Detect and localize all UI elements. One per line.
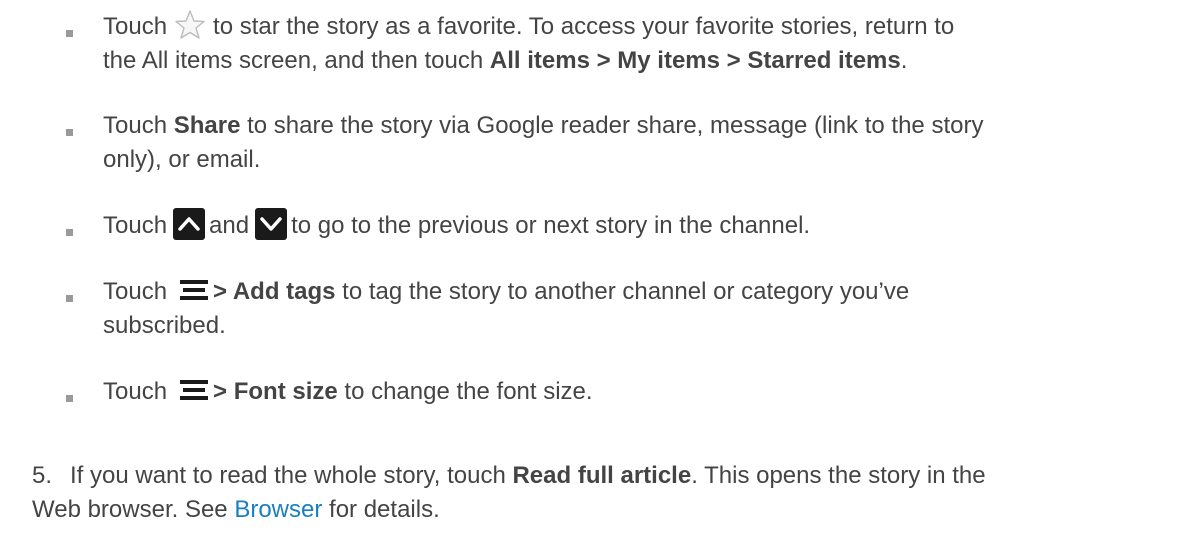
star-outline-icon [173,8,207,42]
bullet-text-line2: subscribed. [103,312,226,339]
bullet-marker [66,295,73,302]
bullet-text-line1: to tag the story to another channel or c… [335,278,910,305]
menu-icon [179,377,209,403]
step-text-line1-end: . This opens the story in the [691,462,986,489]
chevron-up-icon [173,207,206,240]
numbered-step-5: 5. If you want to read the whole story, t… [32,459,1182,527]
menu-icon [179,277,209,303]
menu-path-starred-items: All items > My items > Starred items [489,47,901,74]
font-size-label: > Font size [213,378,338,405]
bullet-text-line2: the All items screen, and then touch [103,47,490,74]
step-text-line2-end: for details. [322,496,440,523]
touch-word: Touch [103,278,168,305]
touch-word: Touch [103,378,168,405]
step-text-line1: If you want to read the whole story, tou… [70,462,513,489]
bullet-text: Touch > Font size to change the font siz… [103,375,1183,409]
chevron-down-icon [255,207,288,240]
bullet-text-line1: to share the story via Google reader sha… [240,112,984,139]
and-word: and [209,212,250,239]
period: . [900,47,908,74]
browser-link[interactable]: Browser [234,496,322,523]
touch-word: Touch [103,13,168,40]
touch-word: Touch [103,112,174,139]
add-tags-label: > Add tags [213,278,336,305]
bullet-marker [66,30,73,37]
bullet-marker [66,129,73,136]
bullet-text: Touch and to go to the previous or next … [103,207,1183,243]
bullet-text-line1: to go to the previous or next story in t… [291,212,811,239]
bullet-text: Touch > Add tags to tag the story to ano… [103,275,1183,343]
bullet-text: Touch Share to share the story via Googl… [103,109,1183,177]
touch-word: Touch [103,212,168,239]
bullet-text-line1: to change the font size. [337,378,593,405]
step-number: 5. [32,462,53,489]
step-text-line2: Web browser. See [32,496,235,523]
bullet-text: Touch to star the story as a favorite. T… [103,8,1183,78]
bullet-marker [66,229,73,236]
bullet-marker [66,395,73,402]
read-full-article-label: Read full article [512,462,692,489]
bullet-text-line1: to star the story as a favorite. To acce… [213,13,955,40]
share-label: Share [173,112,241,139]
bullet-text-line2: only), or email. [103,146,261,173]
document-page: Touch to star the story as a favorite. T… [0,0,1193,541]
